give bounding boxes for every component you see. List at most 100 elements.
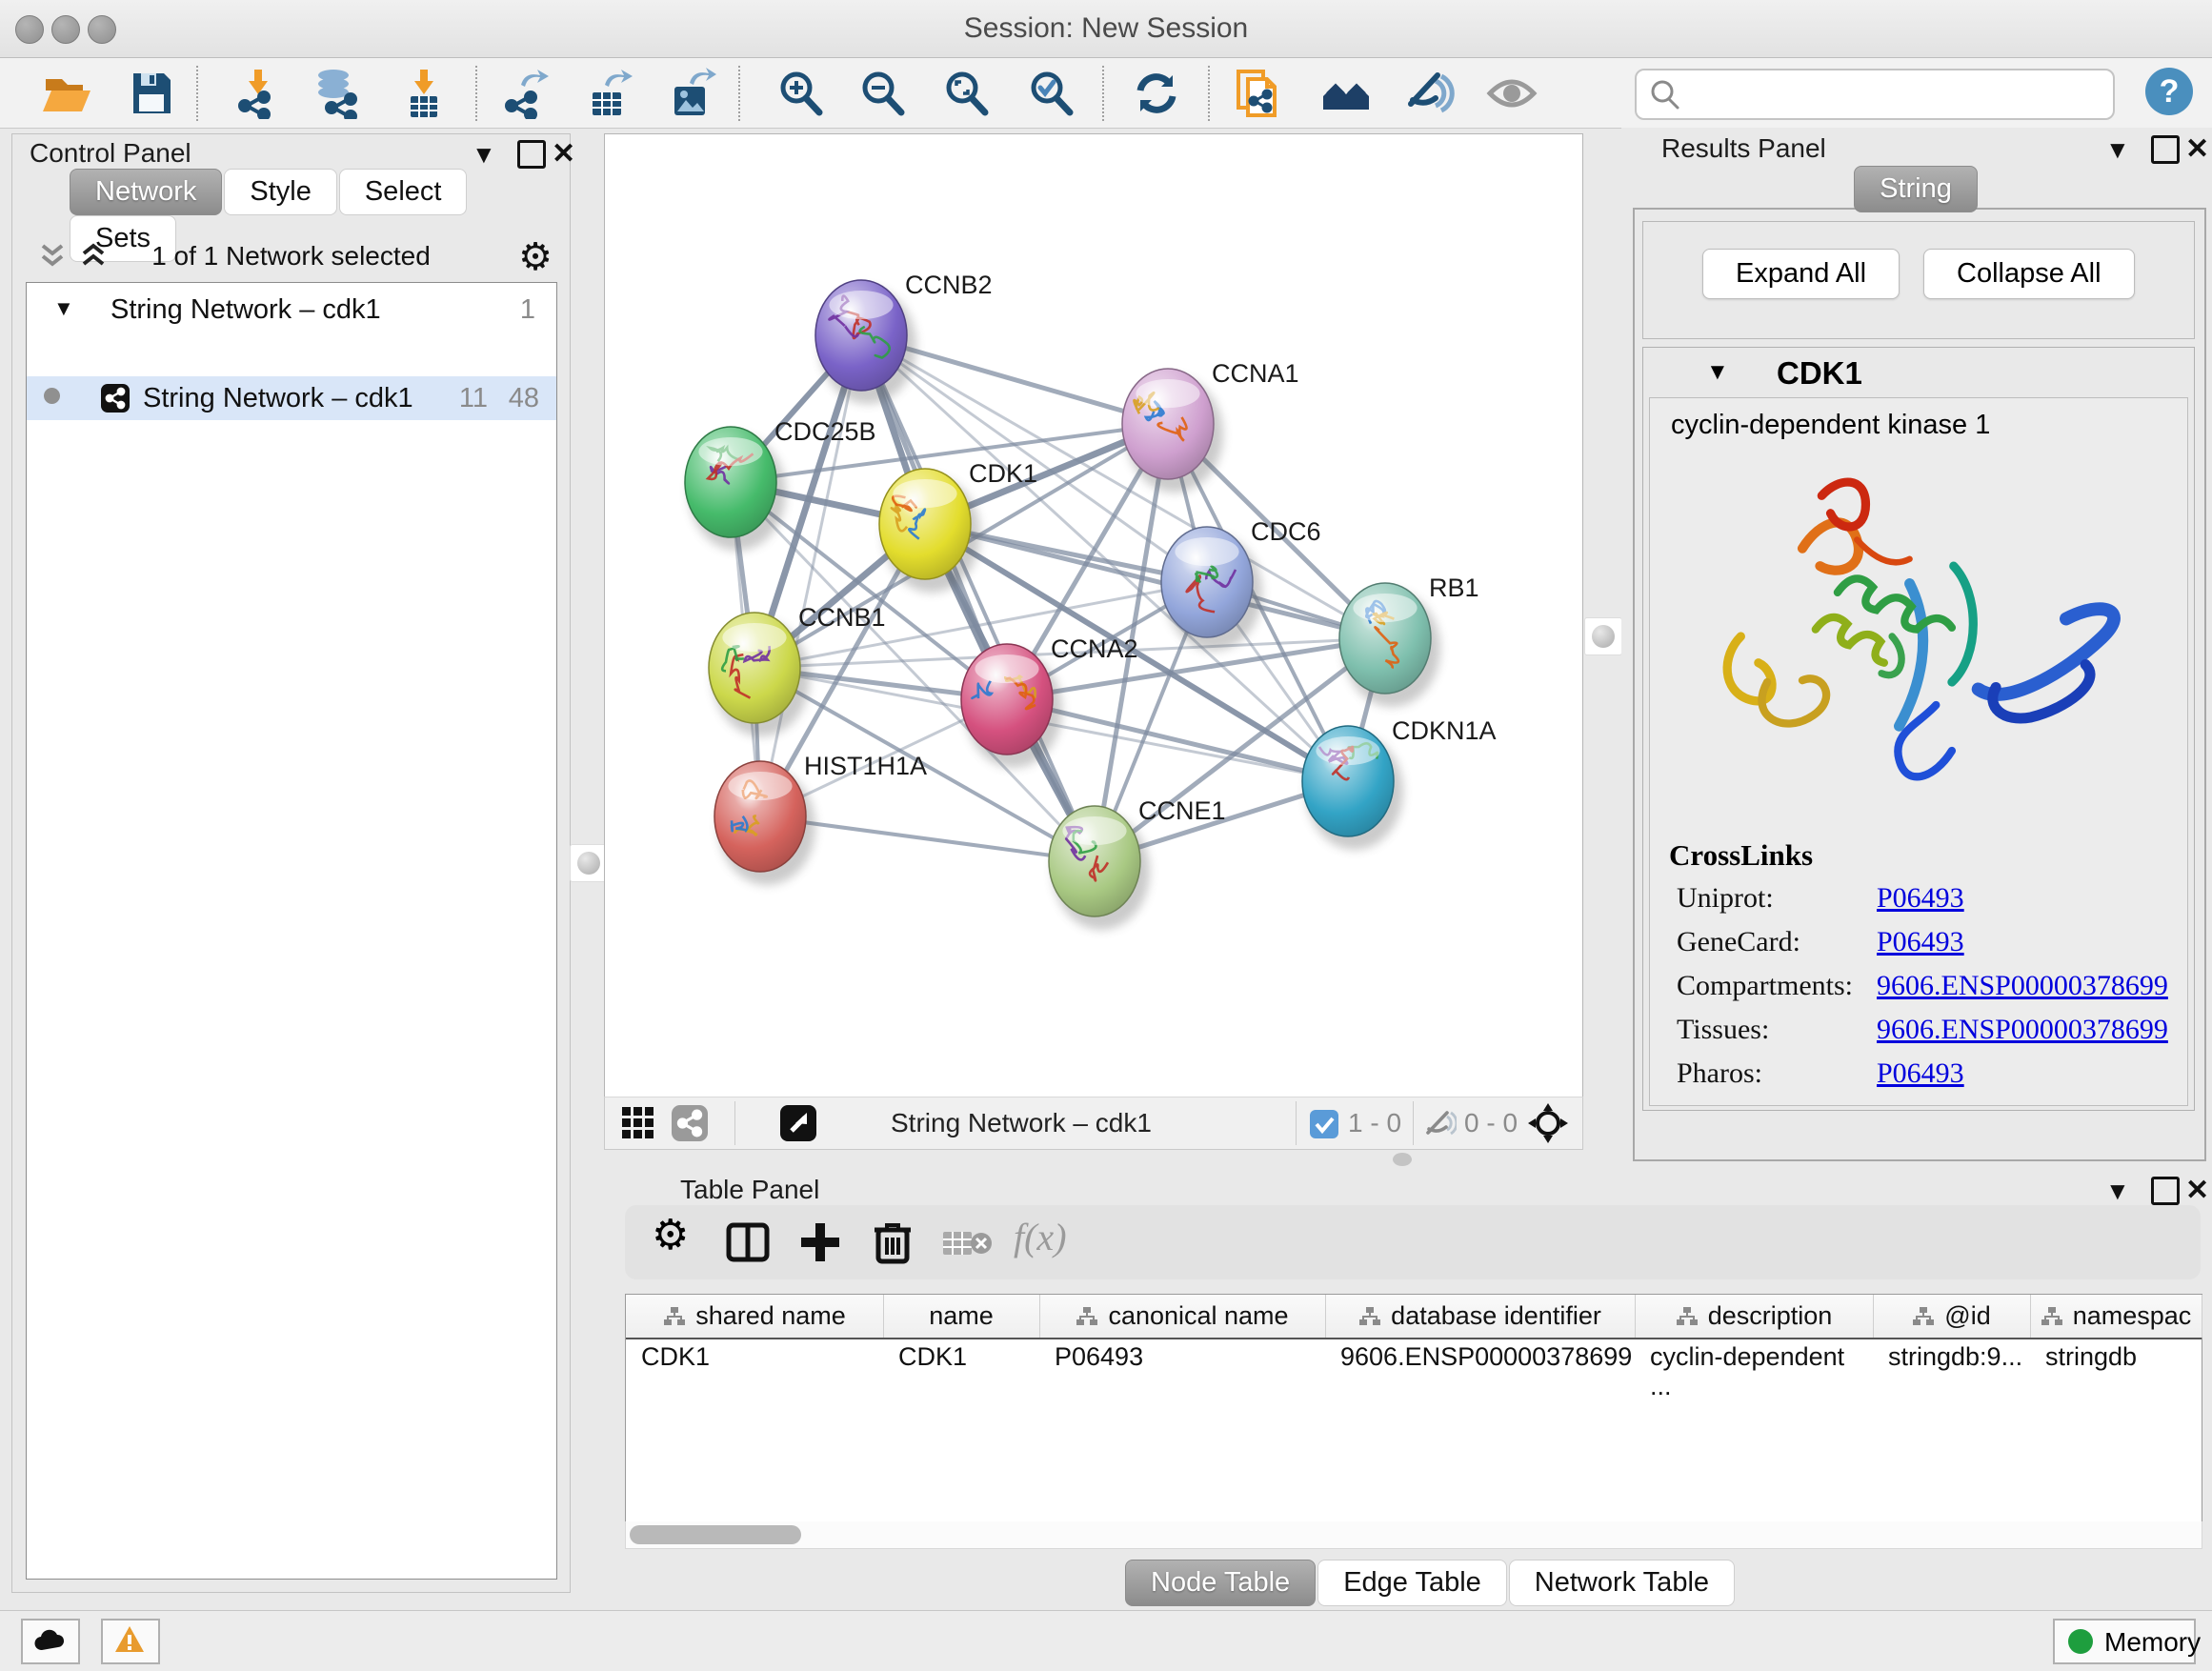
grid-view-icon[interactable]	[620, 1105, 656, 1141]
results-panel-title: Results Panel	[1661, 133, 1826, 164]
gear-icon[interactable]: ⚙	[518, 235, 553, 279]
expand-all-icon[interactable]	[77, 241, 110, 273]
crosslink-uniprot-link[interactable]: P06493	[1877, 882, 1964, 915]
close-panel-icon[interactable]: ✕	[2185, 1177, 2209, 1205]
zoom-out-icon[interactable]	[857, 68, 909, 119]
float-panel-icon[interactable]	[517, 140, 546, 169]
import-table-from-file-icon[interactable]	[398, 68, 450, 119]
node-cdc25b[interactable]	[685, 427, 786, 551]
tab-string[interactable]: String	[1854, 166, 1978, 212]
export-network-icon[interactable]	[500, 68, 552, 119]
crosslink-compartments-link[interactable]: 9606.ENSP00000378699	[1877, 970, 2168, 1002]
node-cdc6[interactable]	[1161, 527, 1262, 651]
warning-status-button[interactable]	[101, 1619, 160, 1664]
add-column-icon[interactable]	[796, 1218, 844, 1266]
collapse-panel-icon[interactable]: ▼	[2105, 137, 2130, 162]
string-home-icon[interactable]	[1320, 68, 1372, 119]
hidden-items-icon[interactable]	[1424, 1110, 1457, 1138]
delete-table-icon[interactable]	[941, 1226, 995, 1260]
search-input[interactable]	[1692, 74, 2105, 112]
delete-column-icon[interactable]	[869, 1218, 916, 1266]
cell-shared-name[interactable]: CDK1	[626, 1342, 883, 1372]
show-columns-icon[interactable]	[724, 1218, 772, 1266]
crosslink-tissues-link[interactable]: 9606.ENSP00000378699	[1877, 1014, 2168, 1046]
node-entry-header[interactable]: ▼ CDK1	[1643, 348, 2194, 397]
node-table: shared namenamecanonical namedatabase id…	[625, 1294, 2202, 1524]
scrollbar-thumb[interactable]	[630, 1525, 801, 1544]
control-panel-tab-style[interactable]: Style	[224, 169, 336, 215]
node-cdkn1a[interactable]	[1302, 726, 1403, 850]
column-header-name[interactable]: name	[883, 1295, 1040, 1338]
memory-button[interactable]: Memory	[2053, 1619, 2196, 1664]
fit-selected-crosshair-icon[interactable]	[1527, 1102, 1569, 1144]
refresh-layout-icon[interactable]	[1131, 68, 1182, 119]
zoom-selected-icon[interactable]	[1026, 68, 1077, 119]
import-network-from-file-icon[interactable]	[233, 68, 285, 119]
collapse-all-button[interactable]: Collapse All	[1923, 249, 2135, 299]
close-panel-icon[interactable]: ✕	[552, 140, 575, 169]
close-panel-icon[interactable]: ✕	[2185, 135, 2209, 164]
control-panel-tab-network[interactable]: Network	[70, 169, 222, 215]
help-icon[interactable]: ?	[2143, 66, 2195, 117]
cell-database-identifier[interactable]: 9606.ENSP00000378699	[1325, 1342, 1635, 1372]
birds-eye-icon[interactable]	[780, 1105, 816, 1141]
cell--id[interactable]: stringdb:9...	[1873, 1342, 2030, 1372]
crosslink-pharos-link[interactable]: P06493	[1877, 1057, 1964, 1090]
node-ccne1[interactable]	[1049, 806, 1150, 930]
float-panel-icon[interactable]	[2151, 1177, 2180, 1205]
crosslink-label: Uniprot:	[1677, 882, 1774, 915]
table-gear-icon[interactable]: ⚙	[652, 1211, 699, 1258]
edge[interactable]	[861, 335, 1095, 861]
table-tab-node-table[interactable]: Node Table	[1125, 1560, 1316, 1606]
horizontal-scrollbar[interactable]	[625, 1521, 2202, 1549]
network-row-selected[interactable]: String Network – cdk1 11 48	[27, 376, 556, 420]
selected-checkbox-icon[interactable]	[1310, 1110, 1338, 1138]
left-splitter-handle[interactable]	[570, 844, 608, 882]
tree-expand-icon[interactable]: ▼	[53, 296, 74, 321]
column-header-namespac[interactable]: namespac	[2030, 1295, 2202, 1338]
zoom-fit-icon[interactable]	[941, 68, 993, 119]
network-view[interactable]: CCNB2CCNA1CDC25BCDK1CDC6RB1CCNB1CCNA2CDK…	[604, 133, 1583, 1097]
edge[interactable]	[760, 335, 861, 816]
cell-namespac[interactable]: stringdb	[2030, 1342, 2202, 1372]
function-builder-icon[interactable]: f(x)	[1014, 1215, 1099, 1262]
column-header-shared-name[interactable]: shared name	[626, 1295, 884, 1338]
network-collection-row[interactable]: ▼ String Network – cdk1 1	[27, 289, 556, 332]
entry-collapse-icon[interactable]: ▼	[1706, 359, 1729, 386]
duplicate-network-icon[interactable]	[1233, 68, 1284, 119]
column-header--id[interactable]: @id	[1873, 1295, 2031, 1338]
toolbar-divider	[1102, 66, 1104, 121]
expand-all-button[interactable]: Expand All	[1702, 249, 1900, 299]
show-details-eye-icon[interactable]	[1486, 68, 1538, 119]
cell-name[interactable]: CDK1	[883, 1342, 1039, 1372]
cell-description[interactable]: cyclin-dependent ...	[1635, 1342, 1873, 1401]
node-hist1h1a[interactable]	[714, 761, 815, 885]
node-ccnb2[interactable]	[815, 280, 916, 404]
collapse-panel-icon[interactable]: ▼	[472, 142, 496, 167]
column-header-canonical-name[interactable]: canonical name	[1039, 1295, 1326, 1338]
string-glass-toggle-icon[interactable]	[1403, 68, 1455, 119]
export-image-icon[interactable]	[665, 68, 716, 119]
table-tab-network-table[interactable]: Network Table	[1509, 1560, 1735, 1606]
network-view-toolbar: String Network – cdk1 1 - 0 0 - 0	[604, 1097, 1583, 1150]
column-header-database-identifier[interactable]: database identifier	[1325, 1295, 1636, 1338]
right-splitter-handle[interactable]	[1584, 617, 1622, 655]
zoom-in-icon[interactable]	[775, 68, 827, 119]
open-session-icon[interactable]	[40, 68, 91, 119]
cell-canonical-name[interactable]: P06493	[1039, 1342, 1325, 1372]
save-session-icon[interactable]	[126, 68, 177, 119]
node-rb1[interactable]	[1339, 583, 1440, 707]
cloud-status-button[interactable]	[21, 1619, 80, 1664]
column-header-description[interactable]: description	[1635, 1295, 1874, 1338]
network-overview-icon[interactable]	[672, 1105, 708, 1141]
node-ccna2[interactable]	[961, 644, 1062, 768]
float-panel-icon[interactable]	[2151, 135, 2180, 164]
collapse-panel-icon[interactable]: ▼	[2105, 1178, 2130, 1203]
import-network-from-database-icon[interactable]	[312, 68, 364, 119]
horizontal-splitter-handle[interactable]	[1393, 1153, 1412, 1166]
collapse-all-icon[interactable]	[36, 241, 69, 273]
table-tab-edge-table[interactable]: Edge Table	[1317, 1560, 1507, 1606]
crosslink-genecard-link[interactable]: P06493	[1877, 926, 1964, 958]
control-panel-tab-select[interactable]: Select	[339, 169, 468, 215]
export-table-icon[interactable]	[582, 68, 633, 119]
